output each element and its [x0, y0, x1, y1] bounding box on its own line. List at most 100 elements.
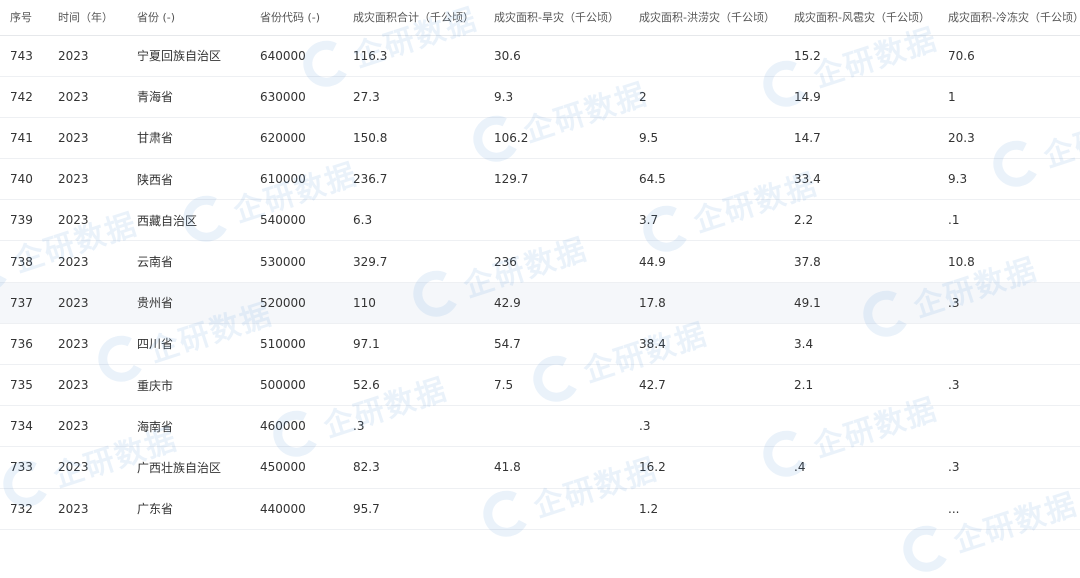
cell-drought-area: 41.8 [484, 446, 629, 489]
disaster-area-table: 序号 时间（年） 省份 (-) 省份代码 (-) 成灾面积合计（千公顷） 成灾面… [0, 0, 1080, 530]
cell-frost-area: .3 [938, 282, 1080, 324]
cell-index: 732 [0, 488, 48, 530]
column-header-province-code[interactable]: 省份代码 (-) [250, 0, 343, 36]
table-row[interactable]: 742 2023 青海省 630000 27.3 9.3 2 14.9 1 [0, 76, 1080, 118]
cell-total-area: 27.3 [343, 76, 484, 118]
cell-year: 2023 [48, 76, 127, 118]
cell-drought-area: 30.6 [484, 35, 629, 77]
cell-total-area: 82.3 [343, 446, 484, 489]
cell-drought-area: 7.5 [484, 364, 629, 407]
table-body: 743 2023 宁夏回族自治区 640000 116.3 30.6 15.2 70.6 742… [0, 35, 1080, 530]
cell-province-code: 440000 [250, 488, 343, 530]
cell-province: 广东省 [127, 488, 250, 530]
cell-year: 2023 [48, 446, 127, 489]
cell-frost-area: 1 [938, 76, 1080, 118]
cell-province: 宁夏回族自治区 [127, 35, 250, 77]
table-row[interactable]: 741 2023 甘肃省 620000 150.8 106.2 9.5 14.7 20.3 [0, 117, 1080, 160]
column-header-flood-area[interactable]: 成灾面积-洪涝灾（千公顷） [629, 0, 784, 36]
cell-drought-area: 9.3 [484, 76, 629, 118]
cell-flood-area: 38.4 [629, 323, 784, 366]
cell-index: 734 [0, 405, 48, 448]
cell-flood-area: 2 [629, 76, 784, 118]
cell-total-area: 329.7 [343, 240, 484, 283]
cell-drought-area: 236 [484, 240, 629, 283]
cell-hail-area: 2.2 [784, 199, 938, 242]
cell-frost-area [938, 405, 1080, 448]
cell-province: 贵州省 [127, 282, 250, 324]
cell-drought-area: 129.7 [484, 158, 629, 201]
cell-flood-area: .3 [629, 405, 784, 448]
cell-province: 陕西省 [127, 158, 250, 201]
table-row[interactable]: 736 2023 四川省 510000 97.1 54.7 38.4 3.4 [0, 323, 1080, 366]
cell-province-code: 540000 [250, 199, 343, 242]
cell-frost-area: .1 [938, 199, 1080, 242]
column-header-hail-area[interactable]: 成灾面积-风雹灾（千公顷） [784, 0, 938, 36]
cell-province: 广西壮族自治区 [127, 446, 250, 489]
cell-year: 2023 [48, 158, 127, 201]
column-header-total-area[interactable]: 成灾面积合计（千公顷） [343, 0, 484, 36]
table-row[interactable]: 735 2023 重庆市 500000 52.6 7.5 42.7 2.1.3 [0, 364, 1080, 407]
cell-index: 741 [0, 117, 48, 160]
cell-index: 736 [0, 323, 48, 366]
cell-year: 2023 [48, 364, 127, 407]
cell-year: 2023 [48, 405, 127, 448]
column-header-province[interactable]: 省份 (-) [127, 0, 250, 36]
cell-frost-area: 70.6 [938, 35, 1080, 77]
cell-flood-area: 16.2 [629, 446, 784, 489]
cell-province-code: 640000 [250, 35, 343, 77]
column-header-index[interactable]: 序号 [0, 0, 48, 36]
cell-hail-area: 49.1 [784, 282, 938, 324]
cell-drought-area [484, 488, 629, 530]
cell-hail-area [784, 405, 938, 448]
cell-hail-area: 2.1 [784, 364, 938, 407]
cell-index: 743 [0, 35, 48, 77]
cell-province-code: 520000 [250, 282, 343, 324]
cell-total-area: 110 [343, 282, 484, 324]
table-row[interactable]: 740 2023 陕西省 610000 236.7 129.7 64.5 33.4 9.3 [0, 158, 1080, 201]
cell-index: 735 [0, 364, 48, 407]
table-header-row: 序号 时间（年） 省份 (-) 省份代码 (-) 成灾面积合计（千公顷） 成灾面… [0, 0, 1080, 36]
cell-province: 云南省 [127, 240, 250, 283]
cell-frost-area: .3 [938, 446, 1080, 489]
cell-year: 2023 [48, 488, 127, 530]
cell-province-code: 530000 [250, 240, 343, 283]
cell-drought-area [484, 199, 629, 242]
cell-total-area: 6.3 [343, 199, 484, 242]
cell-flood-area: 1.2 [629, 488, 784, 530]
cell-flood-area: 44.9 [629, 240, 784, 283]
cell-frost-area [938, 323, 1080, 366]
cell-drought-area: 106.2 [484, 117, 629, 160]
cell-year: 2023 [48, 35, 127, 77]
table-row[interactable]: 743 2023 宁夏回族自治区 640000 116.3 30.6 15.2 70.6 [0, 35, 1080, 77]
cell-total-area: 236.7 [343, 158, 484, 201]
column-header-year[interactable]: 时间（年） [48, 0, 127, 36]
cell-index: 742 [0, 76, 48, 118]
cell-hail-area: 37.8 [784, 240, 938, 283]
cell-frost-area: 20.3 [938, 117, 1080, 160]
cell-year: 2023 [48, 240, 127, 283]
cell-province-code: 500000 [250, 364, 343, 407]
cell-province-code: 460000 [250, 405, 343, 448]
cell-hail-area: 3.4 [784, 323, 938, 366]
cell-frost-area: .3 [938, 364, 1080, 407]
cell-province-code: 510000 [250, 323, 343, 366]
cell-drought-area: 42.9 [484, 282, 629, 324]
cell-province: 重庆市 [127, 364, 250, 407]
table-row[interactable]: 737 2023 贵州省 520000 110 42.9 17.8 49.1.3 [0, 282, 1080, 324]
cell-flood-area: 3.7 [629, 199, 784, 242]
table-row[interactable]: 733 2023 广西壮族自治区 450000 82.3 41.8 16.2.4.3 [0, 446, 1080, 489]
table-row[interactable]: 732 2023 广东省 440000 95.7 1.2... [0, 488, 1080, 530]
cell-province-code: 450000 [250, 446, 343, 489]
table-row[interactable]: 738 2023 云南省 530000 329.7 236 44.9 37.8 10.8 [0, 240, 1080, 283]
table-row[interactable]: 734 2023 海南省 460000.3.3 [0, 405, 1080, 448]
cell-hail-area: 14.9 [784, 76, 938, 118]
column-header-drought-area[interactable]: 成灾面积-旱灾（千公顷） [484, 0, 629, 36]
cell-year: 2023 [48, 323, 127, 366]
column-header-frost-area[interactable]: 成灾面积-冷冻灾（千公顷） [938, 0, 1080, 36]
cell-index: 737 [0, 282, 48, 324]
cell-year: 2023 [48, 199, 127, 242]
table-row[interactable]: 739 2023 西藏自治区 540000 6.3 3.7 2.2.1 [0, 199, 1080, 242]
cell-frost-area: 10.8 [938, 240, 1080, 283]
cell-total-area: 116.3 [343, 35, 484, 77]
cell-flood-area: 9.5 [629, 117, 784, 160]
